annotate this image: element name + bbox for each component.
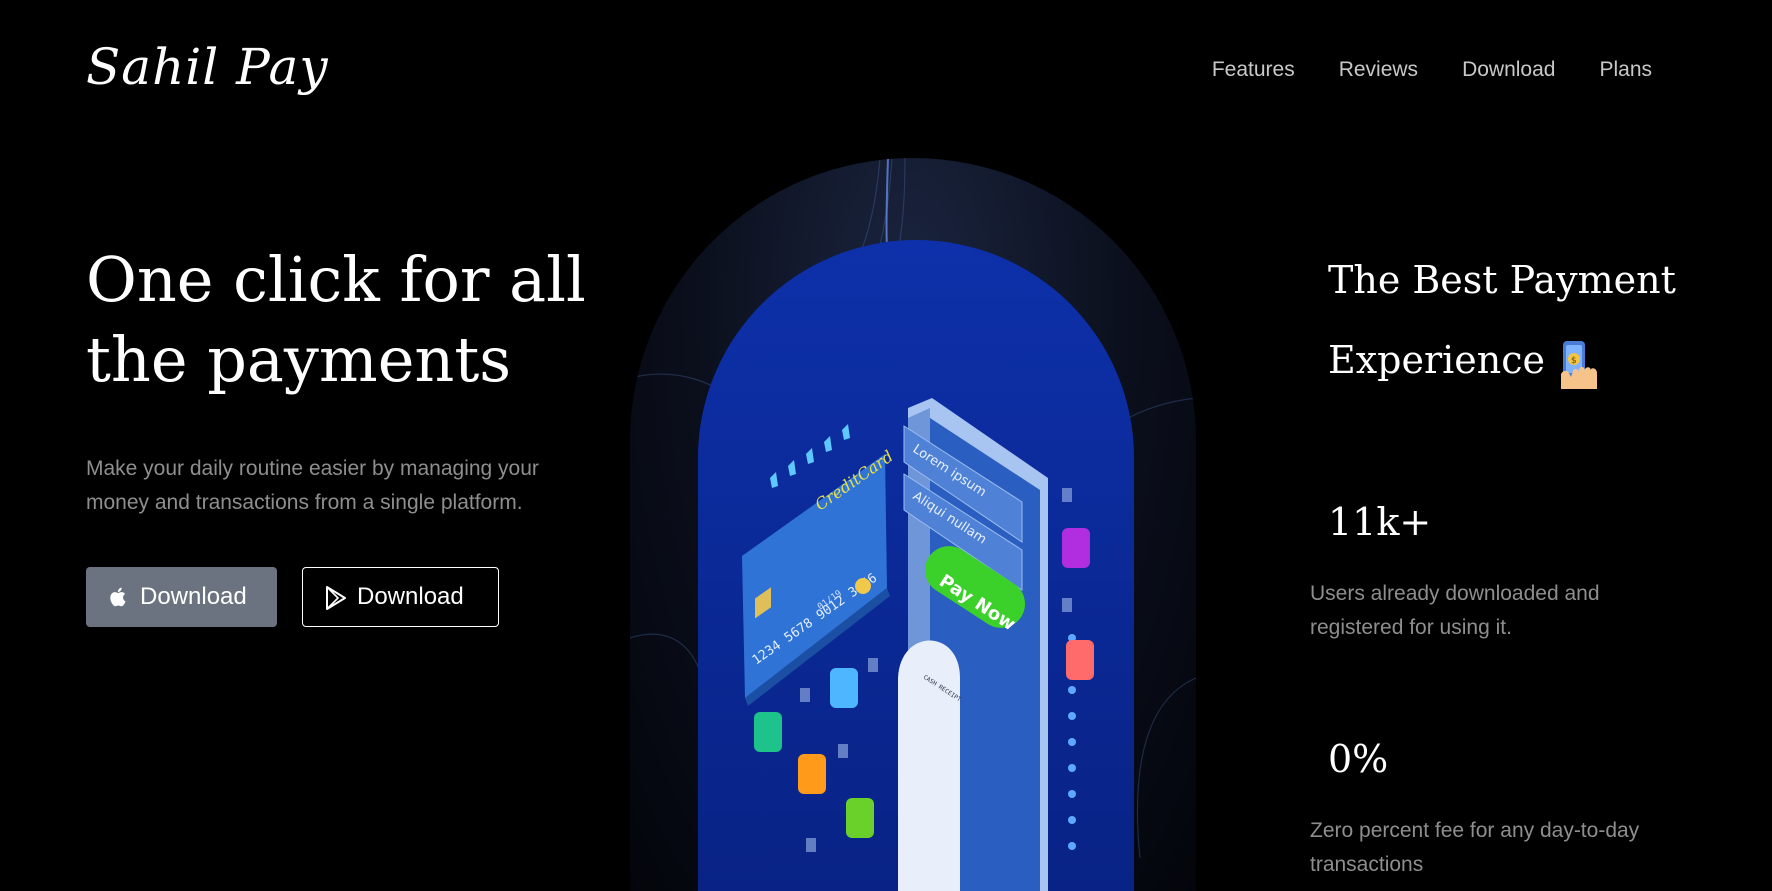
heart-icon: [1066, 640, 1094, 680]
svg-text:$: $: [1571, 356, 1577, 366]
stat-users-description: Users already downloaded and registered …: [1310, 582, 1600, 639]
hero-title: One click for all the payments: [86, 243, 586, 396]
thumbs-up-icon: [1062, 528, 1090, 568]
payment-scene: CreditCard 1234 5678 9012 3456 01/19 Lor…: [742, 398, 1094, 891]
stat-users-value: 11k+: [1328, 500, 1432, 544]
play-store-download-label: Download: [357, 583, 464, 610]
apple-icon: [108, 586, 130, 608]
nav-download[interactable]: Download: [1462, 58, 1555, 82]
top-nav: Features Reviews Download Plans: [1212, 58, 1652, 82]
location-pin-icon: [754, 712, 782, 752]
nav-plans[interactable]: Plans: [1599, 58, 1652, 82]
google-play-icon: [325, 586, 347, 610]
clock-icon: [846, 798, 874, 838]
arrow-chevrons: [770, 424, 850, 488]
side-title-text: The Best Payment Experience: [1328, 258, 1676, 382]
nav-features[interactable]: Features: [1212, 58, 1295, 82]
play-store-download-button[interactable]: Download: [302, 567, 499, 627]
cart-icon: [798, 754, 826, 794]
side-title: The Best Payment Experience $: [1328, 240, 1688, 400]
phone-device: Lorem ipsum Aliqui nullam Pay Now CASH R…: [898, 398, 1076, 891]
user-icon: [830, 668, 858, 708]
nav-reviews[interactable]: Reviews: [1339, 58, 1418, 82]
app-store-download-label: Download: [140, 583, 247, 610]
stat-fee-value: 0%: [1328, 737, 1389, 781]
brand-logo[interactable]: Sahil Pay: [86, 38, 329, 96]
stat-fee-description: Zero percent fee for any day-to-day tran…: [1310, 819, 1640, 876]
hero-description: Make your daily routine easier by managi…: [86, 457, 539, 514]
phone-payment-icon: $: [1557, 338, 1603, 390]
app-store-download-button[interactable]: Download: [86, 567, 277, 627]
